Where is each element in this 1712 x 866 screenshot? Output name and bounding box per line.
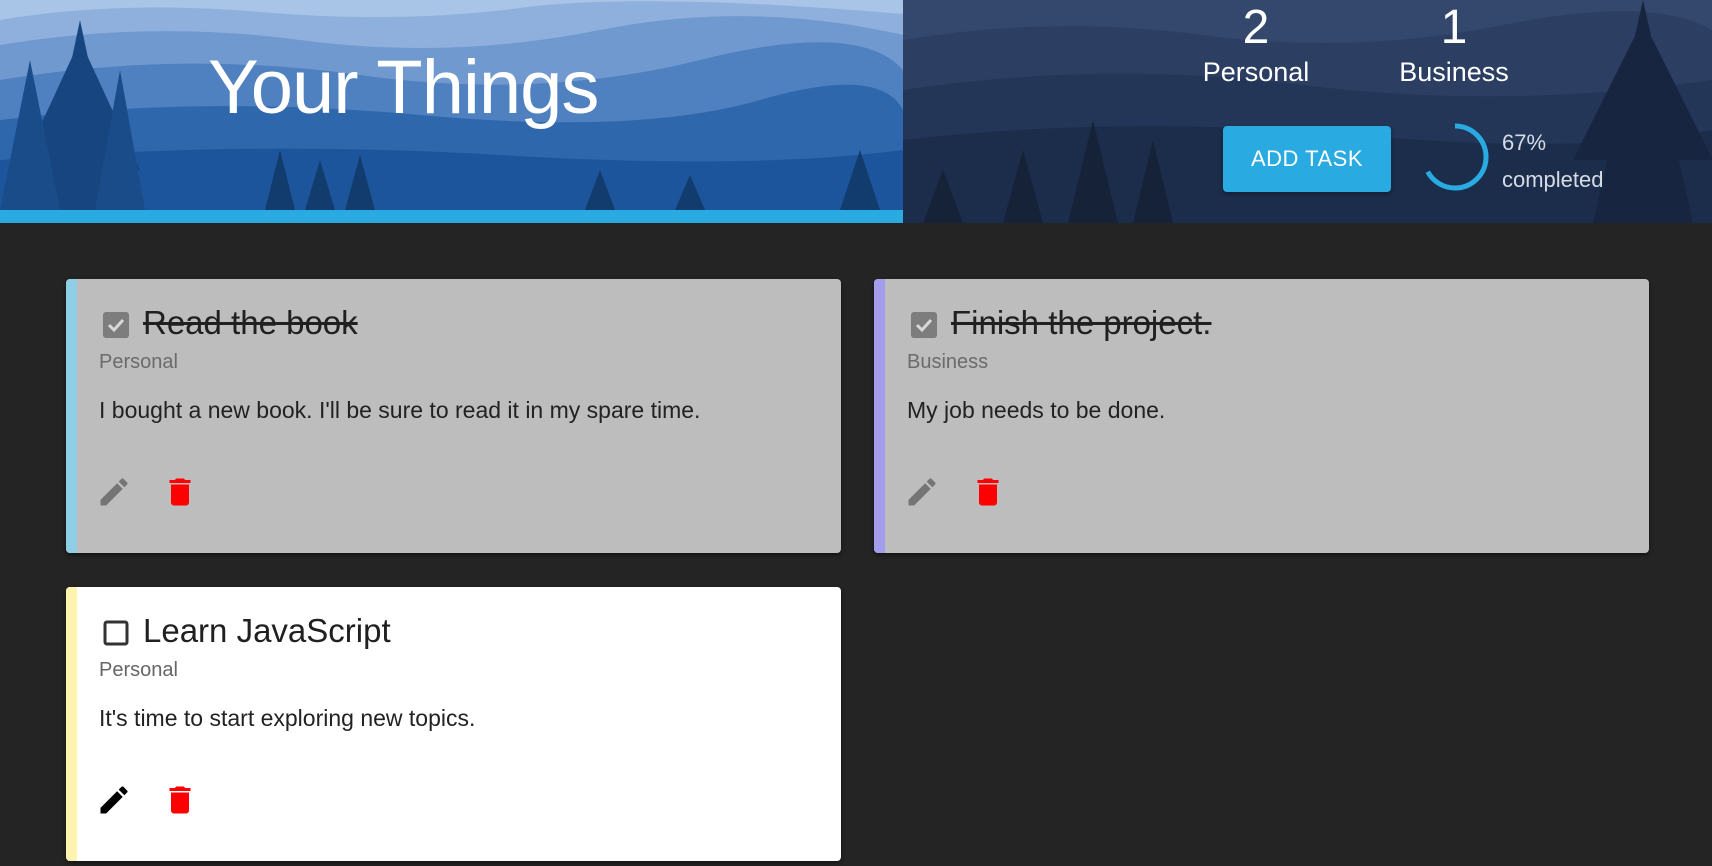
task-description: My job needs to be done.	[907, 397, 1166, 423]
task-category: Personal	[99, 351, 178, 373]
progress-percent: 67%	[1502, 130, 1547, 155]
task-title: Finish the project.	[951, 304, 1212, 341]
add-task-button[interactable]: ADD TASK	[1223, 126, 1391, 192]
progress-label: 67% completed	[1502, 124, 1604, 198]
trash-icon[interactable]	[162, 474, 198, 510]
task-card: Finish the project. Business My job need…	[874, 279, 1649, 553]
task-category: Business	[907, 351, 989, 373]
card-accent	[874, 279, 885, 553]
business-label: Business	[1399, 57, 1509, 87]
checkbox-checked-icon[interactable]	[910, 311, 938, 339]
header-accent-bar	[0, 210, 903, 223]
checkbox-unchecked-icon[interactable]	[102, 619, 130, 647]
pencil-icon[interactable]	[96, 782, 132, 818]
task-title: Learn JavaScript	[143, 612, 391, 649]
task-title: Read the book	[143, 304, 358, 341]
task-category: Personal	[99, 659, 178, 681]
personal-stat: 2 Personal	[1190, 0, 1322, 88]
trash-icon[interactable]	[162, 782, 198, 818]
header: Your Things 2 Personal 1 Business ADD TA…	[0, 0, 1712, 223]
card-accent	[66, 587, 77, 861]
checkbox-checked-icon[interactable]	[102, 311, 130, 339]
task-description: It's time to start exploring new topics.	[99, 705, 476, 731]
trash-icon[interactable]	[970, 474, 1006, 510]
personal-label: Personal	[1202, 57, 1310, 87]
page-title: Your Things	[208, 45, 599, 130]
business-stat: 1 Business	[1394, 0, 1514, 88]
business-count: 1	[1440, 1, 1468, 54]
pencil-icon[interactable]	[96, 474, 132, 510]
task-card: Read the book Personal I bought a new bo…	[66, 279, 841, 553]
card-accent	[66, 279, 77, 553]
progress-ring	[1421, 123, 1489, 191]
task-card: Learn JavaScript Personal It's time to s…	[66, 587, 841, 861]
pencil-icon[interactable]	[904, 474, 940, 510]
task-description: I bought a new book. I'll be sure to rea…	[99, 397, 701, 423]
personal-count: 2	[1242, 1, 1270, 54]
progress-caption: completed	[1502, 167, 1604, 192]
